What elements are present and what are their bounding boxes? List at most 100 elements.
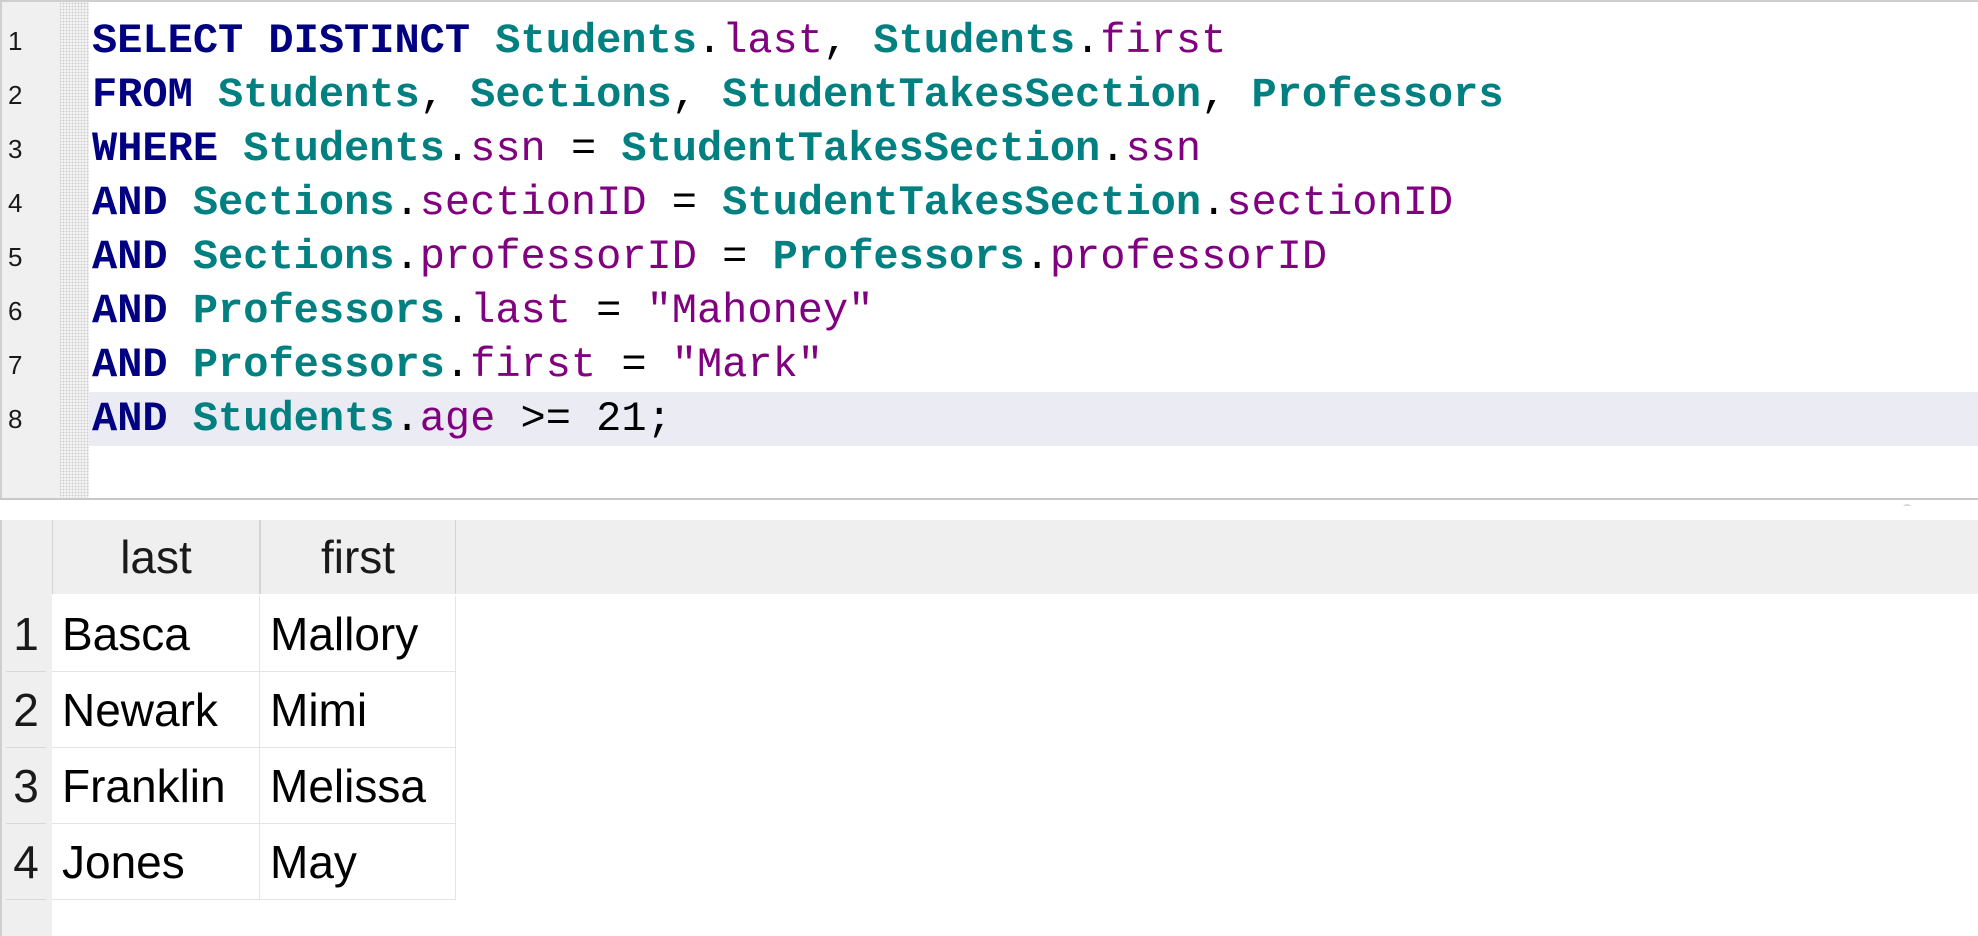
column-name: ssn bbox=[1125, 125, 1202, 173]
code-line[interactable]: 5 AND Sections.professorID = Professors.p… bbox=[0, 230, 1978, 284]
sql-operator: >= bbox=[495, 395, 597, 443]
sql-operator: . bbox=[444, 287, 471, 335]
code-text: AND Professors.first = "Mark" bbox=[92, 338, 823, 392]
code-line[interactable]: 3 WHERE Students.ssn = StudentTakesSectio… bbox=[0, 122, 1978, 176]
sql-keyword: FROM bbox=[92, 71, 193, 119]
sql-operator: . bbox=[394, 395, 420, 443]
table-name: StudentTakesSection bbox=[722, 71, 1202, 119]
line-number: 8 bbox=[8, 404, 23, 434]
sql-keyword: AND bbox=[92, 179, 168, 227]
table-cell-last[interactable]: Franklin bbox=[52, 748, 260, 824]
sql-operator: , bbox=[822, 17, 874, 65]
sql-operator: . bbox=[444, 125, 471, 173]
line-number: 3 bbox=[8, 134, 23, 164]
sql-operator bbox=[168, 395, 193, 443]
table-cell-first[interactable]: May bbox=[260, 824, 456, 900]
sql-operator bbox=[168, 179, 193, 227]
line-number: 6 bbox=[8, 296, 23, 326]
sql-operator: = bbox=[596, 341, 672, 389]
column-name: first bbox=[1100, 17, 1227, 65]
table-name: Professors bbox=[1251, 71, 1504, 119]
sql-operator: ; bbox=[646, 395, 672, 443]
table-cell-last[interactable]: Jones bbox=[52, 824, 260, 900]
number-literal: 21 bbox=[596, 395, 647, 443]
sql-operator: = bbox=[646, 179, 723, 227]
table-name: Students bbox=[873, 17, 1076, 65]
column-name: age bbox=[419, 395, 496, 443]
table-cell-first[interactable]: Mallory bbox=[260, 596, 456, 672]
sql-operator: . bbox=[696, 17, 723, 65]
sql-operator: , bbox=[671, 71, 723, 119]
code-text: AND Sections.professorID = Professors.pr… bbox=[92, 230, 1327, 284]
sql-operator: = bbox=[545, 125, 622, 173]
table-name: Sections bbox=[192, 179, 395, 227]
column-name: sectionID bbox=[419, 179, 647, 227]
table-cell-first[interactable]: Mimi bbox=[260, 672, 456, 748]
sql-operator: , bbox=[419, 71, 471, 119]
row-number[interactable]: 3 bbox=[6, 748, 46, 824]
table-name: Sections bbox=[470, 71, 672, 119]
table-name: Students bbox=[495, 17, 697, 65]
sql-operator bbox=[470, 17, 495, 65]
line-number: 5 bbox=[8, 242, 23, 272]
sql-operator bbox=[193, 71, 218, 119]
sql-operator bbox=[168, 233, 193, 281]
sql-operator: . bbox=[1075, 17, 1101, 65]
column-name: first bbox=[470, 341, 597, 389]
sql-operator bbox=[218, 125, 243, 173]
column-name: sectionID bbox=[1226, 179, 1454, 227]
code-line[interactable]: 4 AND Sections.sectionID = StudentTakesSe… bbox=[0, 176, 1978, 230]
sql-keyword: AND bbox=[92, 287, 168, 335]
row-number[interactable]: 1 bbox=[6, 596, 46, 672]
column-name: last bbox=[722, 17, 823, 65]
line-number: 2 bbox=[8, 80, 23, 110]
row-number[interactable]: 2 bbox=[6, 672, 46, 748]
string-literal: "Mahoney" bbox=[646, 287, 874, 335]
code-line[interactable]: 8 AND Students.age >= 21; bbox=[0, 392, 1978, 446]
sql-operator: = bbox=[696, 233, 773, 281]
sql-keyword: WHERE bbox=[92, 125, 219, 173]
sql-keyword: AND bbox=[92, 233, 168, 281]
table-name: StudentTakesSection bbox=[722, 179, 1202, 227]
table-name: Students bbox=[192, 395, 395, 443]
line-number: 7 bbox=[8, 350, 23, 380]
table-name: Students bbox=[243, 125, 445, 173]
table-cell-last[interactable]: Basca bbox=[52, 596, 260, 672]
sql-keyword: AND bbox=[92, 341, 168, 389]
row-header-divider bbox=[6, 899, 46, 900]
code-line[interactable]: 2 FROM Students, Sections, StudentTakesSe… bbox=[0, 68, 1978, 122]
sql-operator bbox=[168, 287, 193, 335]
code-line[interactable]: 1 SELECT DISTINCT Students.last, Students… bbox=[0, 14, 1978, 68]
sql-keyword: SELECT DISTINCT bbox=[92, 17, 471, 65]
code-line[interactable]: 7 AND Professors.first = "Mark" bbox=[0, 338, 1978, 392]
sql-operator: . bbox=[1024, 233, 1050, 281]
line-number: 4 bbox=[8, 188, 23, 218]
sql-operator: , bbox=[1201, 71, 1252, 119]
table-name: StudentTakesSection bbox=[621, 125, 1101, 173]
table-name: Sections bbox=[192, 233, 395, 281]
table-name: Professors bbox=[772, 233, 1025, 281]
sql-operator: = bbox=[570, 287, 647, 335]
code-text: AND Students.age >= 21; bbox=[92, 392, 672, 446]
sql-operator bbox=[168, 341, 193, 389]
table-cell-last[interactable]: Newark bbox=[52, 672, 260, 748]
code-line[interactable]: 6 AND Professors.last = "Mahoney" bbox=[0, 284, 1978, 338]
table-name: Students bbox=[218, 71, 420, 119]
sql-operator: . bbox=[394, 179, 420, 227]
code-text: FROM Students, Sections, StudentTakesSec… bbox=[92, 68, 1504, 122]
table-cell-first[interactable]: Melissa bbox=[260, 748, 456, 824]
sql-editor[interactable]: 1 SELECT DISTINCT Students.last, Students… bbox=[0, 0, 1978, 500]
column-header-last[interactable]: last bbox=[52, 520, 260, 594]
row-number[interactable]: 4 bbox=[6, 824, 46, 900]
sql-operator: . bbox=[1201, 179, 1227, 227]
sql-keyword: AND bbox=[92, 395, 168, 443]
results-grid[interactable]: last first 1 Basca Mallory 2 Newark Mimi 3 Frankl… bbox=[0, 506, 1978, 936]
code-text: WHERE Students.ssn = StudentTakesSection… bbox=[92, 122, 1201, 176]
column-name: ssn bbox=[470, 125, 546, 173]
column-name: professorID bbox=[1049, 233, 1328, 281]
string-literal: "Mark" bbox=[671, 341, 823, 389]
column-header-first[interactable]: first bbox=[260, 520, 456, 594]
line-number: 1 bbox=[8, 26, 23, 56]
code-text: SELECT DISTINCT Students.last, Students.… bbox=[92, 14, 1226, 68]
code-text: AND Professors.last = "Mahoney" bbox=[92, 284, 873, 338]
